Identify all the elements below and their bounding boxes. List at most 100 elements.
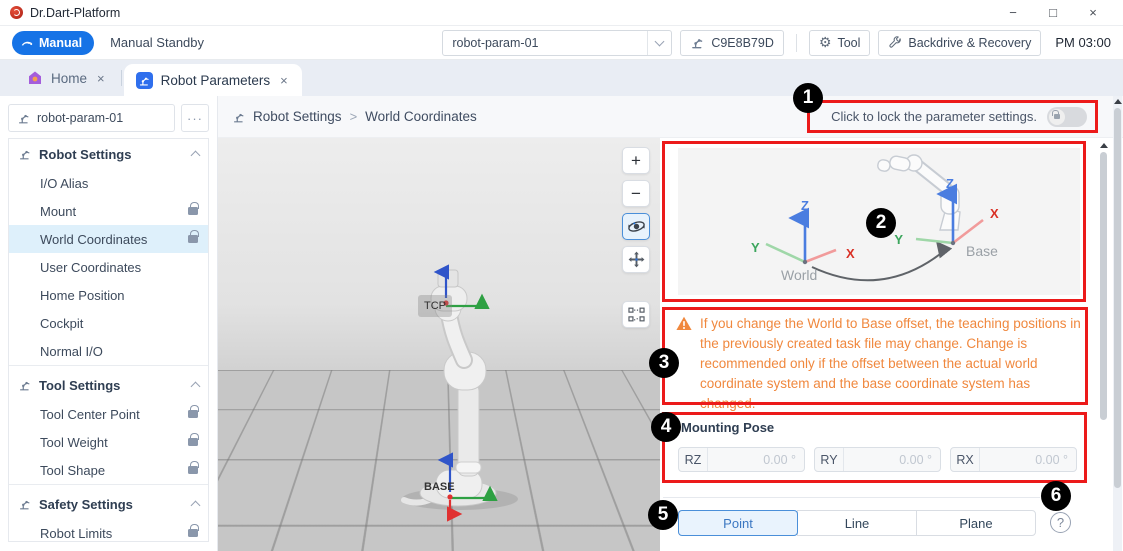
toolbar-right: robot-param-01 C9E8B79D Tool Backdrive &… (442, 30, 1111, 56)
section-header-tool-settings[interactable]: Tool Settings (9, 370, 208, 400)
more-options-button[interactable]: ··· (181, 104, 209, 132)
top-toolbar: Manual Manual Standby robot-param-01 C9E… (0, 26, 1123, 60)
gear-icon (819, 35, 832, 51)
close-button[interactable]: × (1073, 1, 1113, 25)
base-frame-label: BASE (424, 481, 455, 493)
home-icon (26, 70, 43, 87)
lock-icon (188, 466, 198, 474)
item-label: Tool Center Point (40, 407, 140, 422)
param-name-label: robot-param-01 (37, 111, 123, 125)
section-header-robot-settings[interactable]: Robot Settings (9, 139, 208, 169)
panel-scrollbar[interactable] (1099, 140, 1108, 551)
sidebar-item-mount[interactable]: Mount (9, 197, 208, 225)
item-label: Cockpit (40, 316, 83, 331)
tab-home-close-icon[interactable]: × (95, 71, 107, 86)
orbit-icon (626, 216, 647, 237)
robot-serial-button[interactable]: C9E8B79D (680, 30, 784, 56)
minimize-button[interactable]: − (993, 1, 1033, 25)
annotation-box-1 (807, 100, 1098, 133)
maximize-button[interactable]: □ (1033, 1, 1073, 25)
robot-parameters-icon (136, 72, 153, 89)
lock-icon (188, 410, 198, 418)
measure-icon (627, 305, 646, 324)
window-controls: − □ × (993, 1, 1113, 25)
help-button[interactable]: ? (1050, 512, 1071, 533)
sidebar-item-cockpit[interactable]: Cockpit (9, 309, 208, 337)
sidebar-item-world-coordinates[interactable]: World Coordinates (9, 225, 208, 253)
item-label: User Coordinates (40, 260, 141, 275)
teach-tab-line[interactable]: Line (797, 510, 917, 536)
sidebar-item-io-alias[interactable]: I/O Alias (9, 169, 208, 197)
chevron-down-icon (647, 31, 671, 55)
outer-scrollbar[interactable] (1113, 96, 1122, 551)
item-label: Tool Weight (40, 435, 108, 450)
manual-mode-button[interactable]: Manual (12, 31, 94, 55)
scroll-up-icon[interactable] (1114, 99, 1122, 104)
item-label: Tool Shape (40, 463, 105, 478)
tab-home[interactable]: Home × (14, 60, 119, 96)
backdrive-recovery-button[interactable]: Backdrive & Recovery (878, 30, 1041, 56)
sidebar-item-tool-shape[interactable]: Tool Shape (9, 456, 208, 484)
breadcrumb-current: World Coordinates (365, 109, 477, 124)
pan-button[interactable] (622, 246, 650, 273)
tab-home-label: Home (51, 71, 87, 86)
tab-robot-parameters-close-icon[interactable]: × (278, 73, 290, 88)
sidebar-item-home-position[interactable]: Home Position (9, 281, 208, 309)
measure-distance-button[interactable] (622, 301, 650, 328)
tcp-frame-label: TCP (418, 295, 452, 317)
section-safety-settings: Safety Settings Robot Limits (9, 484, 208, 542)
robot-serial-label: C9E8B79D (711, 36, 774, 50)
orbit-rotate-button[interactable] (622, 213, 650, 240)
chevron-up-icon (191, 501, 201, 511)
robot-serial-icon (690, 35, 705, 50)
teach-tab-point[interactable]: Point (678, 510, 798, 536)
robot-icon (18, 147, 32, 161)
app-window: Dr.Dart-Platform − □ × Manual Manual Sta… (0, 0, 1123, 551)
breadcrumb-parent[interactable]: Robot Settings (253, 109, 342, 124)
scrollbar-thumb[interactable] (1100, 152, 1107, 420)
manual-mode-label: Manual (39, 36, 82, 50)
param-name-box[interactable]: robot-param-01 (8, 104, 175, 132)
sidebar-item-tool-center-point[interactable]: Tool Center Point (9, 400, 208, 428)
scroll-up-icon[interactable] (1100, 143, 1108, 148)
tab-strip: Home × Robot Parameters × (0, 60, 1123, 96)
tool-button[interactable]: Tool (809, 30, 871, 56)
param-file-select-value: robot-param-01 (443, 36, 647, 50)
annotation-circle-6: 6 (1041, 481, 1071, 511)
item-label: Home Position (40, 288, 125, 303)
robot-3d-viewport[interactable]: TCP BASE + − (218, 138, 660, 551)
scrollbar-thumb[interactable] (1114, 108, 1121, 488)
annotation-circle-5: 5 (648, 500, 678, 530)
lock-icon (188, 529, 198, 537)
robot-file-icon (17, 111, 31, 125)
item-label: Normal I/O (40, 344, 103, 359)
item-label: I/O Alias (40, 176, 88, 191)
zoom-in-button[interactable]: + (622, 147, 650, 174)
sidebar-item-tool-weight[interactable]: Tool Weight (9, 428, 208, 456)
robot-mode-icon (20, 36, 34, 50)
tab-separator (121, 70, 122, 86)
item-label: World Coordinates (40, 232, 147, 247)
teach-method-tabs: Point Line Plane (678, 510, 1036, 536)
section-title: Robot Settings (39, 147, 131, 162)
robot-icon (18, 378, 32, 392)
app-logo-icon (10, 6, 23, 19)
sidebar-item-robot-limits[interactable]: Robot Limits (9, 519, 208, 542)
tab-robot-parameters[interactable]: Robot Parameters × (124, 64, 302, 96)
param-file-select[interactable]: robot-param-01 (442, 30, 672, 56)
zoom-out-button[interactable]: − (622, 180, 650, 207)
sidebar-item-normal-io[interactable]: Normal I/O (9, 337, 208, 365)
robot-status-text: Manual Standby (110, 35, 204, 50)
annotation-circle-3: 3 (649, 348, 679, 378)
sidebar-item-user-coordinates[interactable]: User Coordinates (9, 253, 208, 281)
section-divider (663, 497, 1040, 498)
annotation-circle-1: 1 (793, 83, 823, 113)
title-bar: Dr.Dart-Platform − □ × (0, 0, 1123, 26)
lock-icon (188, 235, 198, 243)
robot-icon (232, 110, 246, 124)
tab-robot-parameters-label: Robot Parameters (161, 73, 271, 88)
teach-tab-plane[interactable]: Plane (916, 510, 1036, 536)
robot-icon (18, 497, 32, 511)
section-header-safety-settings[interactable]: Safety Settings (9, 489, 208, 519)
section-title: Tool Settings (39, 378, 120, 393)
